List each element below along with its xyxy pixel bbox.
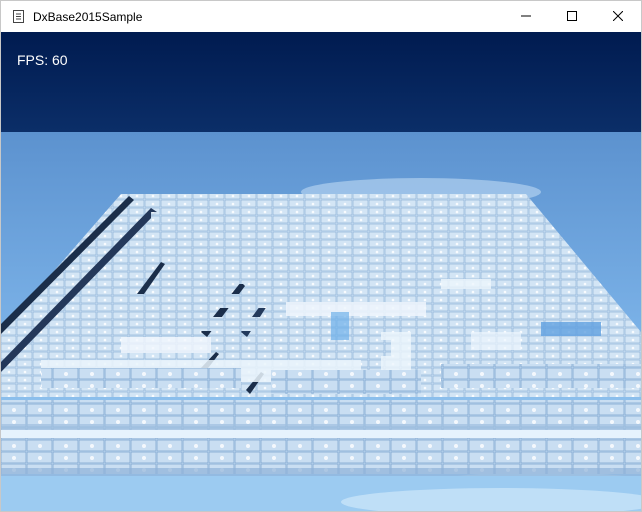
minimize-icon xyxy=(521,8,531,26)
maximize-button[interactable] xyxy=(549,1,595,32)
render-viewport[interactable]: FPS: 60 xyxy=(1,32,641,511)
close-button[interactable] xyxy=(595,1,641,32)
close-icon xyxy=(612,8,624,26)
minimize-button[interactable] xyxy=(503,1,549,32)
maze-scene xyxy=(1,32,641,511)
title-bar[interactable]: DxBase2015Sample xyxy=(1,1,641,32)
fps-counter: FPS: 60 xyxy=(17,52,68,68)
window-title: DxBase2015Sample xyxy=(33,9,143,24)
document-icon xyxy=(11,10,25,24)
sky xyxy=(1,32,641,132)
app-window: DxBase2015Sample FPS: 60 xyxy=(0,0,642,512)
window-controls xyxy=(503,1,641,32)
maximize-icon xyxy=(567,8,577,26)
